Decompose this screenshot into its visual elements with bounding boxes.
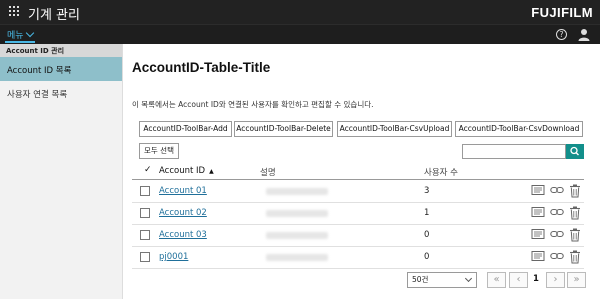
account-id-link[interactable]: Account 03 — [159, 230, 207, 240]
prev-page-button[interactable]: ‹ — [509, 272, 528, 288]
account-id-link[interactable]: Account 02 — [159, 208, 207, 218]
link-icon[interactable] — [550, 250, 564, 262]
column-header-label: Account ID — [159, 166, 206, 176]
column-header-description: 설명 — [260, 168, 276, 178]
sort-asc-icon: ▲ — [209, 168, 214, 175]
table-row: pj0001 0 — [132, 247, 584, 269]
search-icon — [570, 146, 579, 156]
check-icon: ✓ — [144, 165, 152, 175]
blurred-description — [266, 232, 328, 239]
row-checkbox[interactable] — [140, 252, 150, 262]
blurred-description — [266, 254, 328, 261]
column-header-user-count: 사용자 수 — [424, 168, 458, 178]
sidebar: Account ID 관리 Account ID 목록 사용자 연결 목록 — [0, 44, 123, 299]
per-page-value: 50건 — [412, 275, 429, 284]
edit-details-icon[interactable] — [531, 206, 545, 218]
row-checkbox[interactable] — [140, 208, 150, 218]
link-icon[interactable] — [550, 206, 564, 218]
next-page-button[interactable]: › — [546, 272, 565, 288]
table-row: Account 01 3 — [132, 181, 584, 203]
page-description: 이 목록에서는 Account ID와 연결된 사용자를 확인하고 편집할 수 … — [132, 100, 374, 109]
link-icon[interactable] — [550, 228, 564, 240]
sidebar-item-user-link-list[interactable]: 사용자 연결 목록 — [0, 81, 122, 105]
account-id-link[interactable]: pj0001 — [159, 252, 188, 262]
delete-button[interactable]: AccountID-ToolBar-Delete — [234, 121, 333, 137]
blurred-description — [266, 210, 328, 217]
trash-icon[interactable] — [569, 228, 581, 242]
chevron-down-icon — [25, 28, 34, 38]
account-id-link[interactable]: Account 01 — [159, 186, 207, 196]
user-count: 0 — [424, 252, 430, 262]
last-page-button[interactable]: » — [567, 272, 586, 288]
search-button[interactable] — [566, 144, 584, 159]
main-content: AccountID-Table-Title 이 목록에서는 Account ID… — [123, 44, 600, 299]
user-icon[interactable] — [578, 28, 590, 41]
add-button[interactable]: AccountID-ToolBar-Add — [139, 121, 232, 137]
fujifilm-logo: FUJIFILM — [531, 5, 593, 20]
first-page-button[interactable]: « — [487, 272, 506, 288]
menu-button[interactable]: 메뉴 — [5, 28, 35, 43]
edit-details-icon[interactable] — [531, 184, 545, 196]
csv-download-button[interactable]: AccountID-ToolBar-CsvDownload — [455, 121, 583, 137]
top-bar: 기계 관리 FUJIFILM — [0, 0, 600, 24]
search-input[interactable] — [462, 144, 566, 159]
blurred-description — [266, 188, 328, 195]
user-count: 3 — [424, 186, 430, 196]
csv-upload-button[interactable]: AccountID-ToolBar-CsvUpload — [337, 121, 452, 137]
user-count: 0 — [424, 230, 430, 240]
help-icon[interactable]: ? — [556, 29, 567, 40]
sidebar-section-title: Account ID 관리 — [0, 44, 122, 57]
link-icon[interactable] — [550, 184, 564, 196]
edit-details-icon[interactable] — [531, 250, 545, 262]
select-all-button[interactable]: 모두 선택 — [139, 143, 179, 159]
menu-label: 메뉴 — [7, 31, 24, 41]
edit-details-icon[interactable] — [531, 228, 545, 240]
page-title: AccountID-Table-Title — [132, 60, 271, 75]
app-grid-icon[interactable] — [9, 6, 19, 16]
sidebar-item-account-id-list[interactable]: Account ID 목록 — [0, 57, 122, 81]
user-count: 1 — [424, 208, 430, 218]
per-page-select[interactable]: 50건 — [407, 272, 477, 288]
current-page: 1 — [533, 274, 539, 284]
trash-icon[interactable] — [569, 250, 581, 264]
menu-bar: 메뉴 ? — [0, 24, 600, 44]
trash-icon[interactable] — [569, 206, 581, 220]
table-row: Account 02 1 — [132, 203, 584, 225]
row-checkbox[interactable] — [140, 230, 150, 240]
table-row: Account 03 0 — [132, 225, 584, 247]
table-header: ✓ Account ID ▲ 설명 사용자 수 — [132, 162, 584, 180]
trash-icon[interactable] — [569, 184, 581, 198]
app-title: 기계 관리 — [28, 8, 80, 23]
row-checkbox[interactable] — [140, 186, 150, 196]
sidebar-item-label: Account ID 목록 — [7, 66, 72, 76]
sidebar-item-label: 사용자 연결 목록 — [7, 90, 68, 100]
column-header-account-id[interactable]: Account ID ▲ — [159, 166, 214, 176]
chevron-down-icon — [464, 274, 473, 283]
